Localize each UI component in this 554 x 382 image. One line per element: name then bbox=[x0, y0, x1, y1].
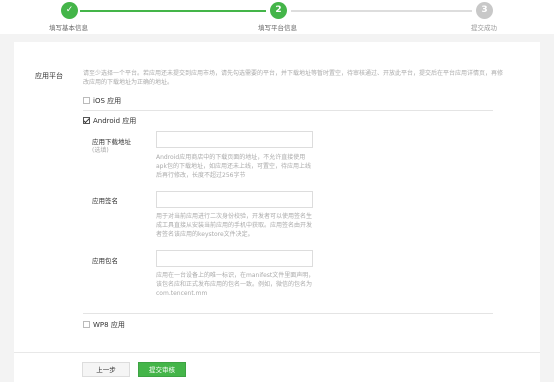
android-checkbox[interactable] bbox=[83, 117, 90, 124]
step-3-label: 提交成功 bbox=[471, 24, 497, 32]
platform-form-card: 应用平台 请至少选择一个平台。若应用还未提交到应用市场，请先勾选需要的平台，并下… bbox=[14, 42, 540, 382]
step-3-number: 3 bbox=[476, 2, 493, 19]
footer-divider bbox=[14, 352, 540, 353]
divider bbox=[83, 313, 493, 314]
signature-description: 用于对当前应用进行二次身份校验，开发者可以使用签名生成工具直接从安装当前应用的手… bbox=[156, 213, 313, 238]
step-1-label: 填写基本信息 bbox=[49, 24, 88, 32]
ios-checkbox[interactable] bbox=[83, 97, 90, 104]
divider bbox=[83, 110, 493, 111]
download-url-optional-note: (选填) bbox=[92, 147, 109, 154]
signature-input[interactable] bbox=[156, 191, 313, 208]
step-connector-pending bbox=[291, 10, 472, 12]
download-url-input[interactable] bbox=[156, 131, 313, 148]
step-2-label: 填写平台信息 bbox=[258, 24, 297, 32]
step-2-number: 2 bbox=[270, 2, 287, 19]
package-name-input[interactable] bbox=[156, 250, 313, 267]
platform-hint-text: 请至少选择一个平台。若应用还未提交到应用市场，请先勾选需要的平台，并下载地址等暂… bbox=[83, 70, 504, 86]
download-url-description: Android应用商店中的下载页面的地址，不允许直接使用apk包的下载地址，如应… bbox=[156, 154, 311, 179]
ios-option-label[interactable]: iOS 应用 bbox=[93, 96, 121, 106]
package-name-description: 应用在一台设备上的唯一标识，在manifest文件里面声明，该包名应和正式发布应… bbox=[156, 272, 315, 297]
section-label-platform: 应用平台 bbox=[35, 72, 63, 80]
step-1-check-icon: ✓ bbox=[61, 2, 78, 19]
progress-stepper: ✓ 填写基本信息 2 填写平台信息 3 提交成功 bbox=[0, 0, 554, 34]
package-name-label: 应用包名 bbox=[92, 257, 118, 265]
android-option-label[interactable]: Android 应用 bbox=[93, 116, 136, 126]
wp8-option-label[interactable]: WP8 应用 bbox=[93, 320, 125, 330]
signature-label: 应用签名 bbox=[92, 197, 118, 205]
previous-step-button[interactable]: 上一步 bbox=[82, 362, 130, 377]
submit-review-button[interactable]: 提交审核 bbox=[138, 362, 186, 377]
step-connector-done bbox=[80, 10, 266, 12]
wp8-checkbox[interactable] bbox=[83, 321, 90, 328]
